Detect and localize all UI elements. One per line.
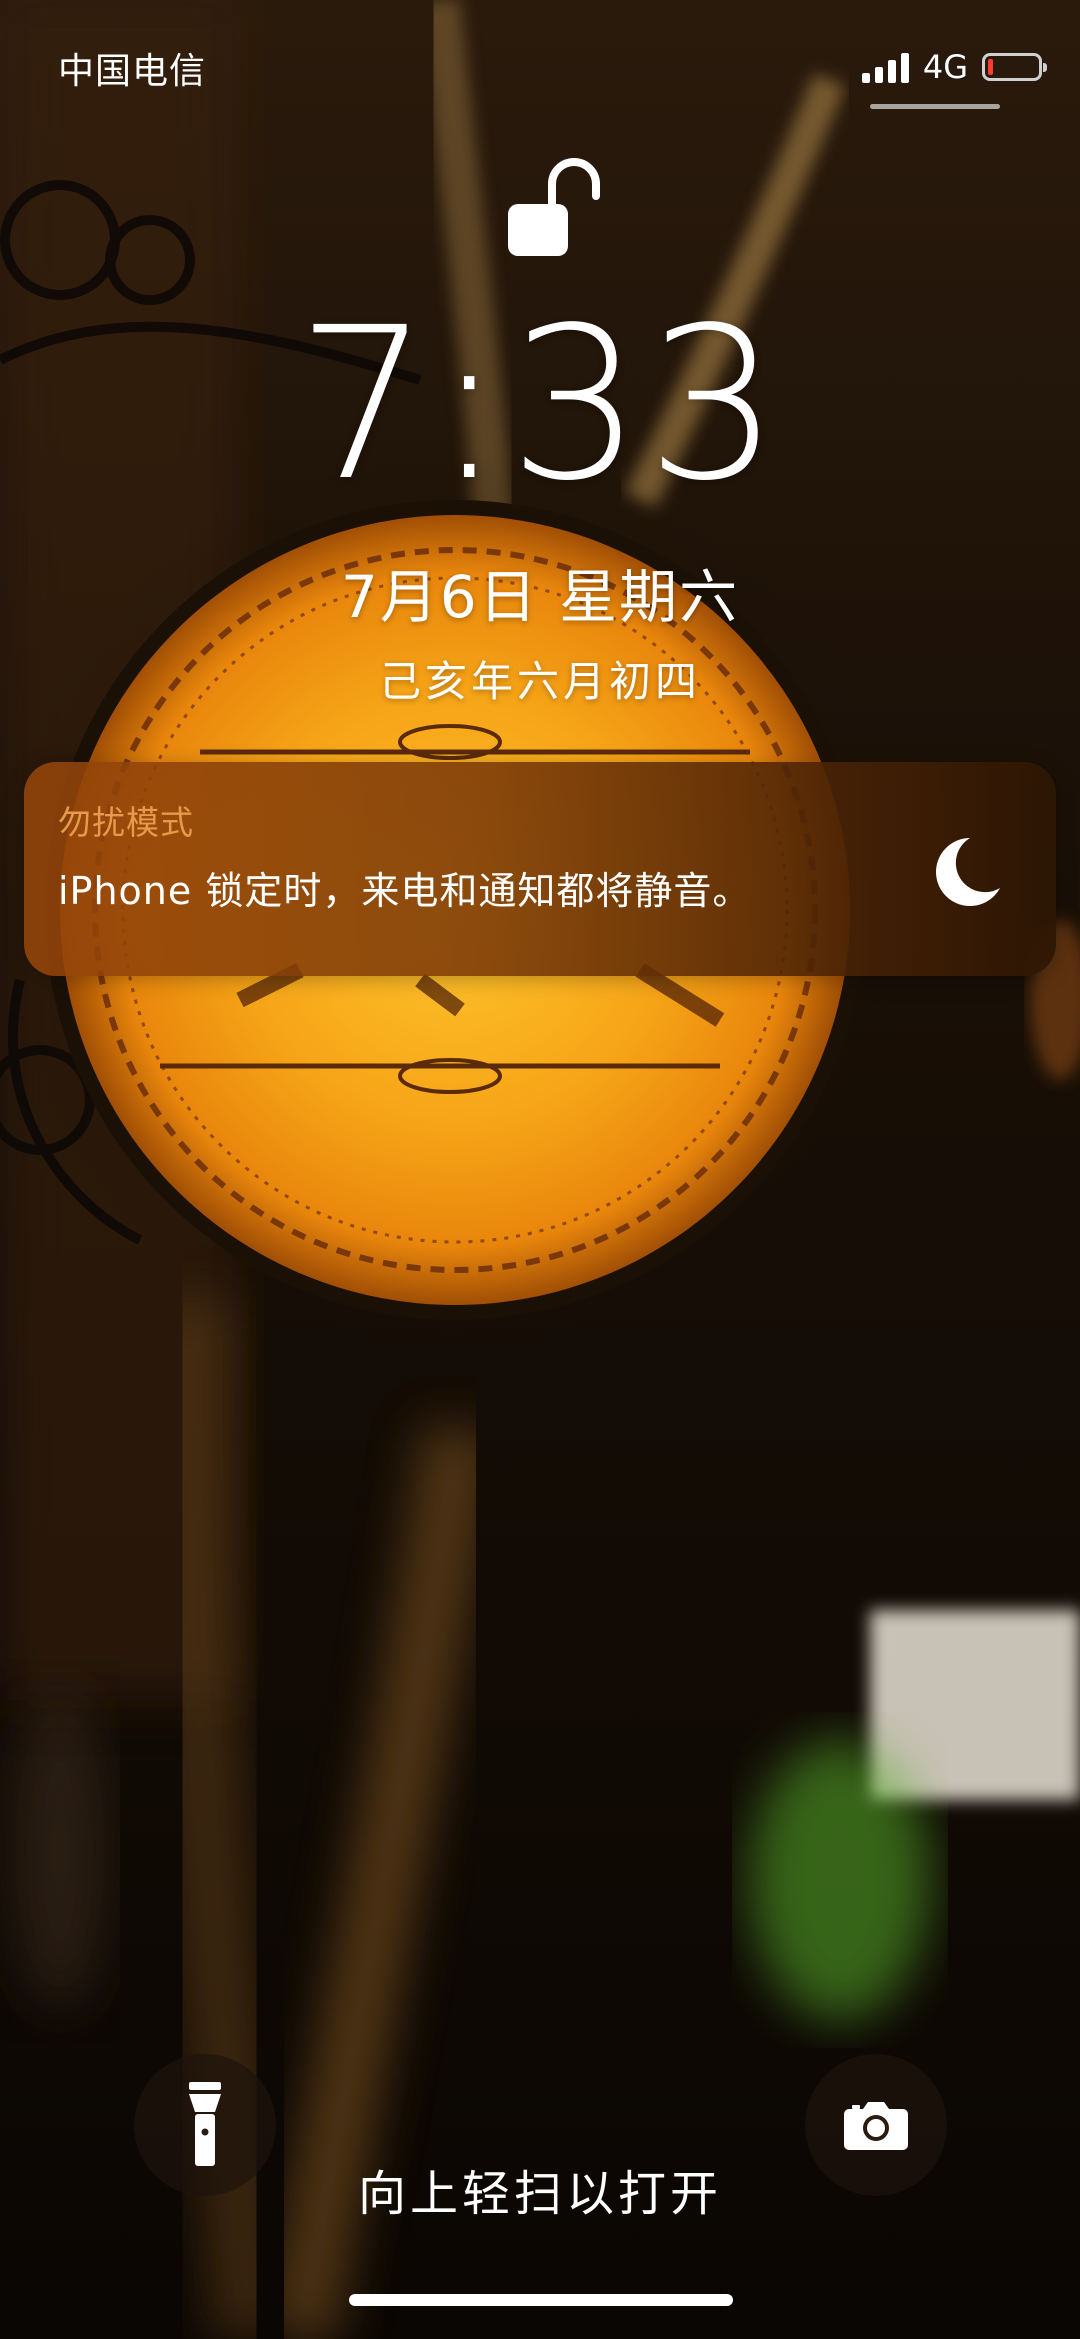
lunar-date: 己亥年六月初四: [378, 657, 701, 706]
status-indicators: 4G: [861, 44, 1047, 90]
notification-body: iPhone 锁定时，来电和通知都将静音。: [58, 869, 752, 913]
lockscreen-time: 7:33: [296, 282, 784, 527]
battery-icon: [982, 53, 1047, 81]
lockscreen-date: 7月6日 星期六: [340, 563, 740, 631]
network-type-label: 4G: [922, 48, 968, 86]
cellular-signal-icon: [861, 51, 909, 83]
battery-level-fill: [988, 59, 993, 75]
notification-title: 勿扰模式: [58, 803, 194, 842]
moon-icon: [936, 838, 1000, 906]
control-center-grabber[interactable]: [870, 104, 1000, 109]
unlocked-padlock-icon: [508, 158, 600, 256]
swipe-up-hint: 向上轻扫以打开: [357, 2166, 722, 2222]
home-indicator[interactable]: [349, 2294, 733, 2306]
camera-icon: [844, 2102, 908, 2150]
do-not-disturb-notification[interactable]: 勿扰模式 iPhone 锁定时，来电和通知都将静音。: [24, 762, 1056, 976]
carrier-label: 中国电信: [58, 51, 207, 92]
